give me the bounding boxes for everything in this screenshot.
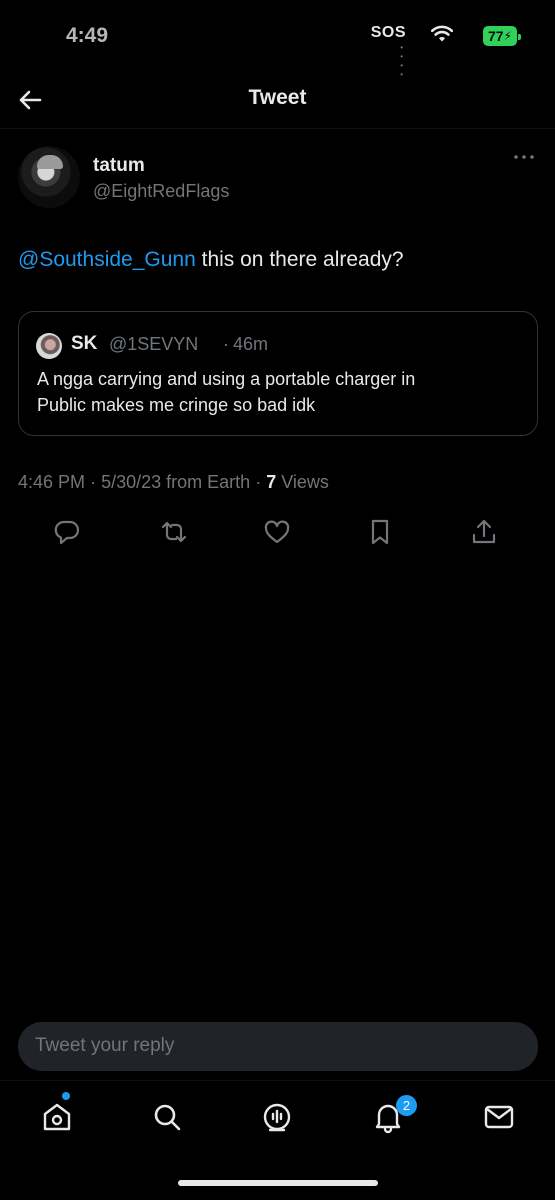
notifications-badge: 2 xyxy=(396,1095,417,1116)
battery-indicator: 77 ⚡ xyxy=(483,26,521,46)
wifi-icon xyxy=(431,25,453,42)
search-icon[interactable] xyxy=(150,1100,184,1134)
battery-cap xyxy=(518,34,521,40)
status-bar: 4:49 SOS • • • • 77 ⚡ xyxy=(0,0,555,79)
reply-placeholder: Tweet your reply xyxy=(35,1035,175,1056)
mail-icon[interactable] xyxy=(482,1100,516,1134)
tweet-date: 5/30/23 xyxy=(101,472,162,492)
tweet-body: this on there already? xyxy=(195,248,404,271)
status-time: 4:49 xyxy=(66,24,109,47)
author-avatar[interactable] xyxy=(18,146,80,208)
meta-separator: · xyxy=(255,472,267,492)
home-indicator[interactable] xyxy=(178,1180,378,1186)
tweet-author: tatum @EightRedFlags xyxy=(18,146,538,212)
home-unread-dot xyxy=(62,1092,70,1100)
tweet-time: 4:46 PM xyxy=(18,472,86,492)
page-title: Tweet xyxy=(248,86,307,109)
spaces-icon[interactable] xyxy=(260,1100,294,1134)
quoted-author-avatar xyxy=(36,333,62,359)
quoted-separator: · xyxy=(223,334,229,354)
quoted-tweet-card[interactable]: SK @1SEVYN · 46m A ngga carrying and usi… xyxy=(18,311,538,436)
reply-icon[interactable] xyxy=(52,517,82,547)
quoted-author-name: SK xyxy=(71,333,98,354)
share-icon[interactable] xyxy=(469,517,499,547)
tweet-text: @Southside_Gunn this on there already? xyxy=(18,248,538,272)
nav-header: Tweet xyxy=(0,72,555,128)
tweet-action-bar xyxy=(0,513,555,553)
views-label[interactable]: Views xyxy=(281,472,329,492)
retweet-icon[interactable] xyxy=(159,517,189,547)
reply-input[interactable]: Tweet your reply xyxy=(18,1022,538,1071)
mention-link[interactable]: @Southside_Gunn xyxy=(18,248,196,271)
charging-icon: ⚡ xyxy=(503,29,512,43)
home-icon[interactable] xyxy=(40,1100,74,1134)
tweet-source: from Earth xyxy=(166,472,251,492)
bookmark-icon[interactable] xyxy=(365,517,395,547)
author-handle[interactable]: @EightRedFlags xyxy=(93,181,229,202)
author-name[interactable]: tatum xyxy=(93,155,145,177)
views-count[interactable]: 7 xyxy=(266,472,276,492)
meta-separator: · xyxy=(90,472,102,492)
heart-icon[interactable] xyxy=(262,517,292,547)
tweet-meta: 4:46 PM · 5/30/23 from Earth · 7 Views xyxy=(18,472,329,493)
quoted-tweet-text: A ngga carrying and using a portable cha… xyxy=(37,369,416,415)
header-divider xyxy=(0,128,555,129)
quoted-time-ago: 46m xyxy=(233,334,269,354)
more-horizontal-icon[interactable] xyxy=(512,152,536,162)
battery-level: 77 xyxy=(487,28,504,44)
avatar-cap-detail xyxy=(37,155,63,169)
quoted-author-handle: @1SEVYN xyxy=(109,334,199,354)
carrier-sos: SOS xyxy=(370,24,406,41)
